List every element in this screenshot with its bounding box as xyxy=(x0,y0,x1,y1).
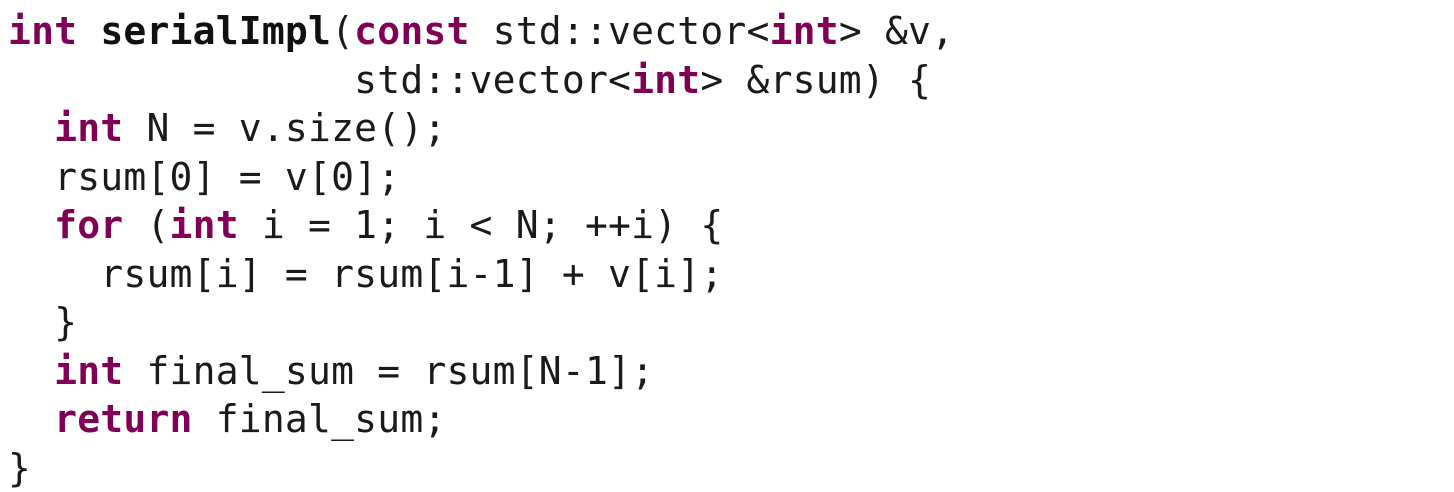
code-token: > &rsum) { xyxy=(700,57,932,102)
code-line: int final_sum = rsum[N-1]; xyxy=(8,347,954,396)
code-token: N = v.size(); xyxy=(123,106,447,150)
code-token: std::vector< xyxy=(8,57,632,102)
code-token: } xyxy=(8,300,78,344)
keyword-token: for xyxy=(54,203,124,247)
keyword-token: int xyxy=(54,106,124,150)
keyword-token: int xyxy=(631,57,701,102)
code-line: for (int i = 1; i < N; ++i) { xyxy=(8,201,954,250)
code-token: > &v, xyxy=(838,9,955,53)
code-line: } xyxy=(8,444,954,492)
code-token: std::vector< xyxy=(469,9,770,53)
code-token: rsum[i] = rsum[i-1] + v[i]; xyxy=(8,251,724,296)
code-line: int N = v.size(); xyxy=(8,104,954,153)
keyword-token: return xyxy=(54,397,193,441)
code-token: } xyxy=(8,445,32,490)
code-line: int serialImpl(const std::vector<int> &v… xyxy=(8,7,954,56)
code-line: return final_sum; xyxy=(8,395,954,444)
code-token: final_sum; xyxy=(192,397,447,441)
code-block: int serialImpl(const std::vector<int> &v… xyxy=(8,7,954,492)
code-token: i = 1; i < N; ++i) { xyxy=(238,203,724,247)
keyword-token: int xyxy=(169,203,239,247)
keyword-token: const xyxy=(354,9,470,53)
keyword-token: int xyxy=(769,9,839,53)
function-name-token: serialImpl xyxy=(100,9,332,53)
code-token: rsum[0] = v[0]; xyxy=(8,154,401,199)
code-line: std::vector<int> &rsum) { xyxy=(8,56,954,105)
code-line: } xyxy=(8,298,954,347)
keyword-token: int xyxy=(8,9,78,53)
code-token: ( xyxy=(123,203,170,247)
code-line: rsum[0] = v[0]; xyxy=(8,153,954,202)
keyword-token: int xyxy=(54,348,124,393)
code-line: rsum[i] = rsum[i-1] + v[i]; xyxy=(8,250,954,299)
code-token: final_sum = rsum[N-1]; xyxy=(123,348,655,393)
code-token: ( xyxy=(331,9,355,53)
